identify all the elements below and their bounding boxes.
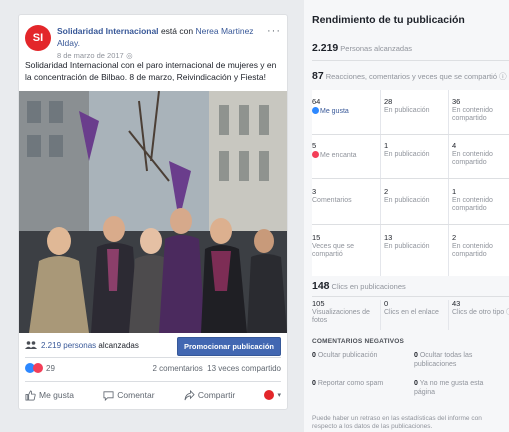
reaction-count[interactable]: 29 <box>46 364 55 373</box>
engagement-stats: 2 comentarios 13 veces compartido <box>152 364 281 373</box>
likes-on-shares: 36 En contenido compartido <box>452 97 493 122</box>
shares-total: 15 Veces que se compartió <box>312 233 355 258</box>
share-label: Compartir <box>197 390 236 400</box>
comments-on-shares: 1 En contenido compartido <box>452 187 493 212</box>
link-clicks: 0 Clics en el enlace <box>384 299 439 316</box>
divider <box>312 296 509 297</box>
other-clicks: 43Clics de otro tipo ⓘ <box>452 299 509 317</box>
people-icon <box>25 341 37 349</box>
reach-count[interactable]: 2.219 personas <box>41 341 96 350</box>
reach-bar: 2.219 personas alcanzadas Promocionar pu… <box>25 337 281 356</box>
insights-title: Rendimiento de tu publicación <box>312 14 465 26</box>
photo-illustration <box>19 91 287 333</box>
column-divider <box>448 90 449 276</box>
negative-feedback-heading: COMENTARIOS NEGATIVOS <box>312 338 405 345</box>
loves-on-post: 1 En publicación <box>384 141 430 158</box>
ellipsis-icon[interactable]: ··· <box>267 25 281 37</box>
post-photo[interactable] <box>19 91 287 333</box>
like-reaction-icon <box>312 106 319 114</box>
column-divider <box>380 90 381 276</box>
column-divider <box>448 300 449 330</box>
post-header: SI Solidaridad Internacional está con Ne… <box>25 25 281 62</box>
divider <box>312 178 509 179</box>
loves-on-shares: 4 En contenido compartido <box>452 141 493 166</box>
like-button[interactable]: Me gusta <box>25 385 74 405</box>
divider <box>312 134 509 135</box>
page-name-link[interactable]: Solidaridad Internacional <box>57 26 159 36</box>
reactions-summary-label: Reacciones, comentarios y veces que se c… <box>325 72 498 81</box>
love-reaction-icon <box>33 363 43 373</box>
post-author-line: Solidaridad Internacional está con Nerea… <box>57 25 265 62</box>
like-label: Me gusta <box>39 390 74 400</box>
reaction-selector-button[interactable]: ▾ <box>264 385 281 405</box>
reach-label: alcanzadas <box>98 341 139 350</box>
clicks-breakdown: 105 Visualizaciones de fotos 0 Clics en el… <box>312 299 509 330</box>
post-text: Solidaridad Internacional con el paro in… <box>25 60 277 82</box>
reactions-number: 87 <box>312 70 324 82</box>
comment-label: Comentar <box>117 390 155 400</box>
reach-link[interactable]: 2.219 personas alcanzadas <box>41 341 139 350</box>
reach-summary: 2.219 Personas alcanzadas <box>312 42 412 54</box>
clicks-summary-label: Clics en publicaciones <box>331 282 406 291</box>
thumbs-up-icon <box>25 390 36 400</box>
chevron-down-icon: ▾ <box>277 392 281 399</box>
loves-total: 5 Me encanta <box>312 141 357 159</box>
clicks-summary: 148 Clics en publicaciones <box>312 280 406 292</box>
insights-panel: Rendimiento de tu publicación 2.219 Perso… <box>304 0 509 432</box>
page-avatar[interactable]: SI <box>25 25 51 51</box>
comment-button[interactable]: Comentar <box>103 385 155 405</box>
likes-on-post: 28 En publicación <box>384 97 430 114</box>
column-divider <box>380 300 381 330</box>
negative-report-spam: 0 Reportar como spam <box>312 380 384 387</box>
info-icon[interactable]: ⓘ <box>499 72 507 81</box>
reactions-summary-line: 87 Reacciones, comentarios y veces que se… <box>312 70 507 82</box>
shares-on-post: 13 En publicación <box>384 233 430 250</box>
reaction-icons[interactable]: 29 <box>25 363 55 373</box>
reach-summary-label: Personas alcanzadas <box>340 44 412 53</box>
post-card: SI Solidaridad Internacional está con Ne… <box>18 14 288 410</box>
promote-button[interactable]: Promocionar publicación <box>176 337 281 356</box>
comments-count-link[interactable]: 2 comentarios <box>152 364 202 373</box>
reach-number: 2.219 <box>312 42 339 54</box>
comments-total: 3 Comentarios <box>312 187 352 204</box>
divider <box>312 60 509 61</box>
divider <box>312 224 509 225</box>
divider <box>25 357 281 358</box>
share-icon <box>184 389 195 400</box>
shares-on-shares: 2 En contenido compartido <box>452 233 493 258</box>
comments-on-post: 2 En publicación <box>384 187 430 204</box>
insights-footnote: Puede haber un retraso en las estadístic… <box>312 415 482 430</box>
photo-views: 105 Visualizaciones de fotos <box>312 299 370 324</box>
negative-unlike-page: 0 Ya no me gusta esta página <box>414 380 484 396</box>
negative-hide-all: 0 Ocultar todas las publicaciones <box>414 352 473 368</box>
reactions-summary: 29 2 comentarios 13 veces compartido <box>25 363 281 377</box>
with-text: está con <box>160 26 194 36</box>
shares-count-link[interactable]: 13 veces compartido <box>207 364 281 373</box>
divider <box>25 381 281 382</box>
share-button[interactable]: Compartir <box>184 385 235 405</box>
post-actions: Me gusta Comentar Compartir ▾ <box>25 385 281 405</box>
likes-total: 64 Me gusta <box>312 97 349 115</box>
clicks-number: 148 <box>312 280 330 292</box>
page-reaction-icon <box>264 390 275 400</box>
comment-icon <box>103 390 114 401</box>
reactions-breakdown: 64 Me gusta 28 En publicación 36 En conteni… <box>312 90 509 276</box>
negative-hide-post: 0 Ocultar publicación <box>312 352 378 359</box>
love-reaction-icon <box>312 150 319 158</box>
